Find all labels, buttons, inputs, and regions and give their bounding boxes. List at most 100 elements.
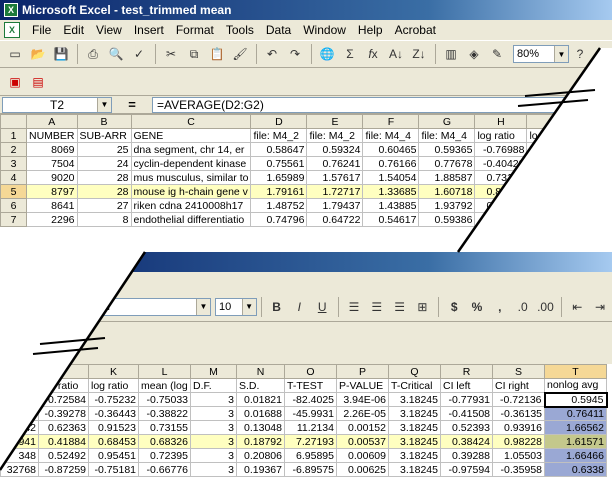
- help-icon[interactable]: ?: [569, 43, 591, 65]
- column-header[interactable]: K: [88, 364, 139, 379]
- cell[interactable]: -45.9931: [284, 406, 337, 421]
- column-header-selected[interactable]: T: [544, 364, 607, 379]
- comma-button[interactable]: ,: [489, 296, 511, 318]
- cell[interactable]: 0.52492: [38, 448, 89, 463]
- cell[interactable]: 0.20806: [236, 448, 285, 463]
- percent-button[interactable]: %: [466, 296, 488, 318]
- column-header[interactable]: E: [306, 114, 364, 129]
- column-header[interactable]: A: [26, 114, 78, 129]
- cell[interactable]: 0.93916: [492, 420, 545, 435]
- cell[interactable]: 348: [0, 448, 39, 463]
- spelling-icon[interactable]: ✓: [128, 43, 150, 65]
- cell[interactable]: -0.7533: [526, 142, 578, 157]
- cell[interactable]: D.F.: [190, 378, 237, 393]
- cell[interactable]: CI right: [492, 378, 545, 393]
- cell[interactable]: 24: [76, 156, 132, 171]
- cell[interactable]: -0.72136: [492, 392, 545, 407]
- copy-icon[interactable]: ⧉: [183, 43, 205, 65]
- cell[interactable]: 3.18245: [388, 462, 441, 477]
- chevron-down-icon[interactable]: ▼: [554, 46, 568, 62]
- paste-icon[interactable]: 📋: [206, 43, 228, 65]
- column-header[interactable]: F: [362, 114, 420, 129]
- cell[interactable]: 3.18245: [388, 406, 441, 421]
- cell[interactable]: 3.18245: [388, 392, 441, 407]
- save-icon[interactable]: 💾: [50, 43, 72, 65]
- cell[interactable]: 3: [190, 392, 237, 407]
- cell[interactable]: file: M4_2: [306, 128, 364, 143]
- column-header[interactable]: P: [336, 364, 389, 379]
- cell[interactable]: 8: [76, 212, 132, 227]
- cell[interactable]: 0.68453: [88, 434, 139, 449]
- cell[interactable]: CI left: [440, 378, 493, 393]
- column-header[interactable]: Q: [388, 364, 441, 379]
- cell[interactable]: 11.2134: [284, 420, 337, 435]
- row-header[interactable]: 2: [0, 142, 27, 157]
- align-center-icon[interactable]: ☰: [366, 296, 388, 318]
- cell[interactable]: dna segment, chr 14, er: [130, 142, 252, 157]
- menu-file[interactable]: File: [26, 23, 57, 37]
- cell[interactable]: 25: [76, 142, 132, 157]
- cell[interactable]: 1.79437: [306, 198, 364, 213]
- chevron-down-icon[interactable]: ▼: [195, 298, 210, 315]
- name-box[interactable]: T2 ▼: [2, 96, 112, 113]
- cell[interactable]: 42: [0, 420, 39, 435]
- cell[interactable]: 1.79161: [250, 184, 308, 199]
- cell[interactable]: 2.26E-05: [336, 406, 389, 421]
- cell[interactable]: 0.00609: [336, 448, 389, 463]
- cell[interactable]: [0, 378, 39, 393]
- sort-descending-icon[interactable]: Z↓: [408, 43, 430, 65]
- undo-icon[interactable]: ↶: [261, 43, 283, 65]
- cell[interactable]: -0.66776: [138, 462, 191, 477]
- cell[interactable]: -0.391: [526, 156, 578, 171]
- cell[interactable]: mus musculus, similar to: [130, 170, 252, 185]
- cell[interactable]: T-Critical: [388, 378, 441, 393]
- cell[interactable]: mouse ig h-chain gene v: [130, 184, 252, 199]
- cell[interactable]: P-VALUE: [336, 378, 389, 393]
- cell[interactable]: 1.43885: [362, 198, 420, 213]
- align-right-icon[interactable]: ☰: [389, 296, 411, 318]
- cell[interactable]: -0.72584: [38, 392, 89, 407]
- menu-insert[interactable]: Insert: [128, 23, 170, 37]
- menu-help[interactable]: Help: [352, 23, 389, 37]
- cell[interactable]: 2296: [26, 212, 78, 227]
- row-header[interactable]: 4: [0, 170, 27, 185]
- hyperlink-icon[interactable]: 🌐: [316, 43, 338, 65]
- column-header[interactable]: C: [130, 114, 252, 129]
- cell[interactable]: -0.36135: [492, 406, 545, 421]
- cell[interactable]: 1.57617: [306, 170, 364, 185]
- map-icon[interactable]: ◈: [463, 43, 485, 65]
- selected-cell[interactable]: 1.61571: [544, 434, 607, 449]
- cell[interactable]: 0.00152: [336, 420, 389, 435]
- sort-ascending-icon[interactable]: A↓: [385, 43, 407, 65]
- cell[interactable]: -0.97594: [440, 462, 493, 477]
- cell[interactable]: 0.75561: [250, 156, 308, 171]
- cell[interactable]: 6: [0, 406, 39, 421]
- cell[interactable]: 0.54617: [362, 212, 420, 227]
- print-preview-icon[interactable]: 🔍: [105, 43, 127, 65]
- cell[interactable]: 0.01821: [236, 392, 285, 407]
- cell[interactable]: [0, 392, 39, 407]
- menu-acrobat[interactable]: Acrobat: [389, 23, 442, 37]
- menu-view[interactable]: View: [90, 23, 128, 37]
- formula-input[interactable]: =AVERAGE(D2:G2): [152, 96, 612, 113]
- cell[interactable]: GENE: [130, 128, 252, 143]
- cell[interactable]: 0.72395: [138, 448, 191, 463]
- cell[interactable]: 0.64722: [306, 212, 364, 227]
- cell[interactable]: 0.73155: [138, 420, 191, 435]
- cell[interactable]: file: M4_4: [362, 128, 420, 143]
- function-icon[interactable]: fx: [362, 43, 384, 65]
- cell[interactable]: -0.35958: [492, 462, 545, 477]
- increase-decimal-icon[interactable]: .0: [512, 296, 534, 318]
- cell[interactable]: 0.73109: [474, 170, 528, 185]
- column-header[interactable]: H: [474, 114, 528, 129]
- cell[interactable]: 1.88587: [418, 170, 476, 185]
- cell[interactable]: 1.48752: [250, 198, 308, 213]
- merge-center-icon[interactable]: ⊞: [411, 296, 433, 318]
- menu-format[interactable]: Format: [170, 23, 220, 37]
- align-left-icon[interactable]: ☰: [343, 296, 365, 318]
- cell[interactable]: 0.13048: [236, 420, 285, 435]
- cell[interactable]: 6.95895: [284, 448, 337, 463]
- cell[interactable]: 0.60465: [362, 142, 420, 157]
- cell[interactable]: 941: [0, 434, 39, 449]
- cut-icon[interactable]: ✂: [160, 43, 182, 65]
